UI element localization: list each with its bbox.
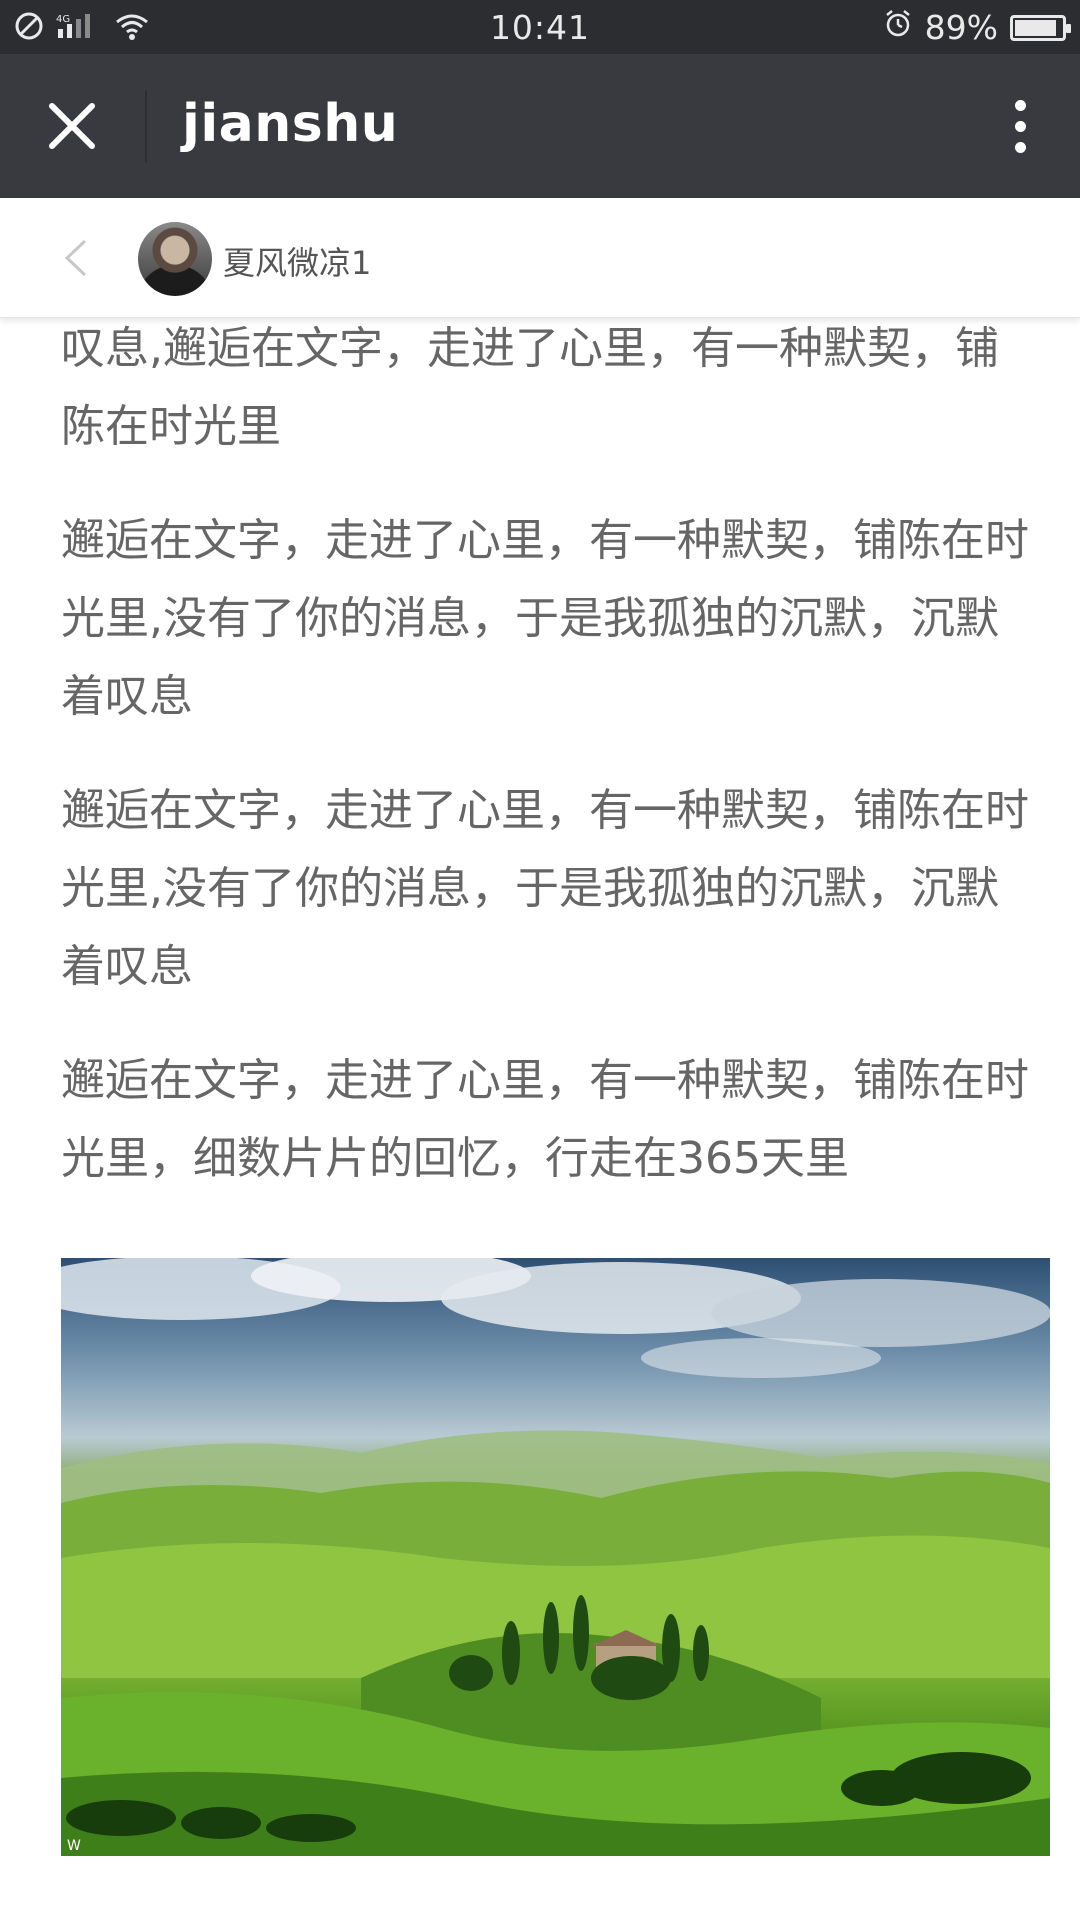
article-paragraph: 邂逅在文字，走进了心里，有一种默契，铺陈在时光里，细数片片的回忆，行走在365天… bbox=[61, 1055, 1029, 1184]
title-divider bbox=[145, 90, 147, 162]
status-right: 89% bbox=[883, 8, 1071, 47]
battery-icon bbox=[1010, 14, 1071, 41]
article-paragraph: 邂逅在文字，走进了心里，有一种默契，铺陈在时光里,没有了你的消息，于是我孤独的沉… bbox=[61, 785, 1029, 992]
screen: 4G 10:41 89% jianshu 夏风微凉1 叹息,邂逅在文字，走进了心… bbox=[0, 0, 1080, 1920]
title-bar: jianshu bbox=[0, 54, 1080, 198]
article-paragraph: 邂逅在文字，走进了心里，有一种默契，铺陈在时光里,没有了你的消息，于是我孤独的沉… bbox=[61, 515, 1029, 722]
battery-level bbox=[1015, 19, 1056, 36]
more-vertical-icon-dot bbox=[1014, 141, 1026, 153]
status-bar: 4G 10:41 89% bbox=[0, 0, 1080, 54]
more-options-button[interactable] bbox=[992, 90, 1048, 162]
close-button[interactable] bbox=[36, 90, 108, 162]
back-button[interactable] bbox=[52, 228, 100, 288]
article-image[interactable]: W bbox=[61, 1258, 1050, 1856]
chevron-left-icon bbox=[64, 239, 87, 277]
author-header: 夏风微凉1 bbox=[0, 198, 1080, 318]
article-body: 叹息,邂逅在文字，走进了心里，有一种默契，铺陈在时光里 邂逅在文字，走进了心里，… bbox=[61, 310, 1041, 1234]
alarm-icon bbox=[883, 8, 913, 47]
avatar[interactable] bbox=[138, 222, 212, 296]
more-vertical-icon bbox=[1014, 99, 1026, 111]
article-paragraph: 叹息,邂逅在文字，走进了心里，有一种默契，铺陈在时光里 bbox=[61, 323, 999, 452]
image-watermark: W bbox=[67, 1838, 81, 1854]
battery-percent: 89% bbox=[924, 8, 998, 47]
more-vertical-icon-dot bbox=[1014, 120, 1026, 132]
close-icon bbox=[49, 103, 95, 149]
page-title: jianshu bbox=[182, 94, 399, 154]
author-name[interactable]: 夏风微凉1 bbox=[223, 238, 371, 284]
landscape-illustration: W bbox=[61, 1258, 1050, 1856]
